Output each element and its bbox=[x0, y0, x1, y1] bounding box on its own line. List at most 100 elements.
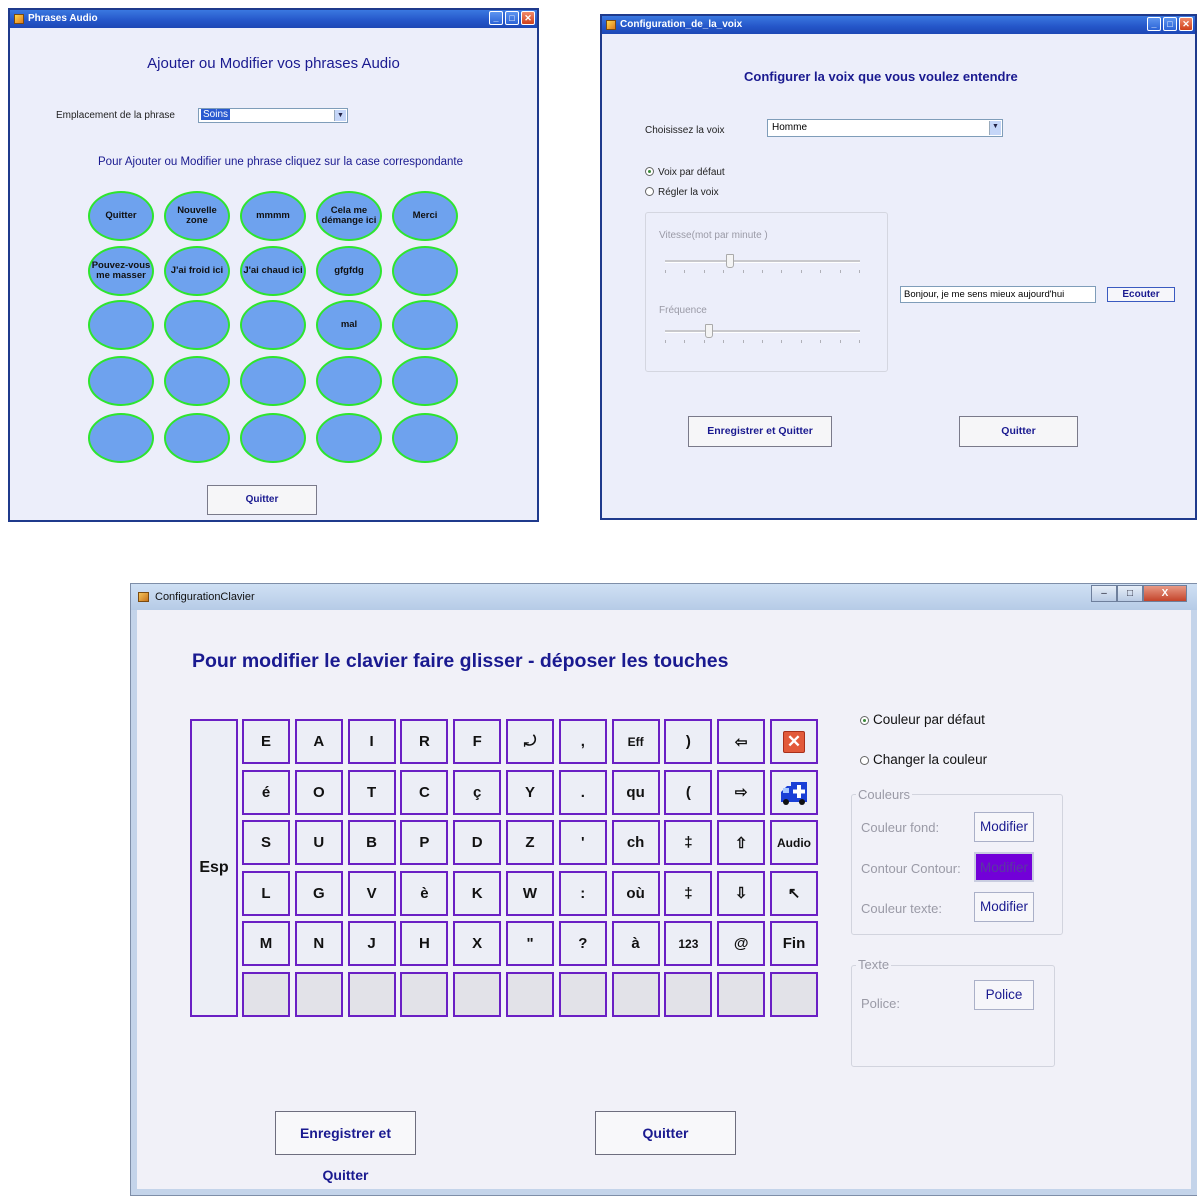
key[interactable]: A bbox=[294, 719, 343, 764]
key[interactable]: B bbox=[347, 820, 396, 866]
phrase-slot[interactable] bbox=[240, 413, 306, 463]
key[interactable]: Y bbox=[506, 769, 554, 815]
quit-button[interactable]: Quitter bbox=[595, 1111, 736, 1155]
key[interactable]: è bbox=[400, 870, 449, 916]
phrase-slot[interactable]: Pouvez-vous me masser bbox=[88, 246, 154, 296]
key[interactable]: Eff bbox=[611, 719, 660, 764]
speed-slider-thumb[interactable] bbox=[726, 254, 735, 268]
phrase-slot[interactable]: Cela me démange ici bbox=[316, 191, 382, 241]
phrase-slot[interactable] bbox=[240, 356, 306, 406]
key[interactable]: ⤾ bbox=[506, 719, 554, 764]
phrase-slot[interactable] bbox=[88, 300, 154, 350]
frequency-slider-track[interactable] bbox=[665, 330, 860, 333]
phrase-slot[interactable] bbox=[88, 356, 154, 406]
key[interactable]: Audio bbox=[770, 820, 818, 866]
key-empty[interactable] bbox=[664, 972, 713, 1017]
chevron-down-icon[interactable]: ▼ bbox=[989, 121, 1001, 135]
radio-change-color[interactable]: Changer la couleur bbox=[860, 752, 987, 767]
maximize-icon[interactable]: □ bbox=[505, 11, 519, 25]
phrase-slot[interactable]: gfgfdg bbox=[316, 246, 382, 296]
listen-button[interactable]: Ecouter bbox=[1107, 287, 1175, 302]
phrase-slot[interactable] bbox=[316, 413, 382, 463]
key[interactable]: V bbox=[347, 870, 396, 916]
key[interactable]: ' bbox=[558, 820, 607, 866]
key[interactable]: . bbox=[558, 769, 607, 815]
key[interactable]: ( bbox=[664, 769, 713, 815]
key[interactable]: S bbox=[242, 820, 290, 866]
key-empty[interactable] bbox=[770, 972, 818, 1017]
key[interactable]: ⇦ bbox=[717, 719, 766, 764]
key[interactable]: O bbox=[294, 769, 343, 815]
minimize-icon[interactable]: _ bbox=[489, 11, 503, 25]
key[interactable]: , bbox=[558, 719, 607, 764]
key[interactable]: M bbox=[242, 921, 290, 967]
key-empty[interactable] bbox=[506, 972, 554, 1017]
frequency-slider-thumb[interactable] bbox=[704, 324, 713, 338]
key[interactable]: W bbox=[506, 870, 554, 916]
test-phrase-input[interactable]: Bonjour, je me sens mieux aujourd'hui bbox=[900, 286, 1096, 303]
key[interactable]: ‡ bbox=[664, 820, 713, 866]
radio-button-icon[interactable] bbox=[860, 756, 869, 765]
key-empty[interactable] bbox=[611, 972, 660, 1017]
close-icon[interactable]: ✕ bbox=[521, 11, 535, 25]
chevron-down-icon[interactable]: ▼ bbox=[334, 110, 346, 121]
key-empty[interactable] bbox=[347, 972, 396, 1017]
minimize-icon[interactable]: – bbox=[1091, 585, 1117, 602]
quit-button[interactable]: Quitter bbox=[207, 485, 317, 515]
maximize-icon[interactable]: □ bbox=[1117, 585, 1143, 602]
phrase-slot[interactable]: mmmm bbox=[240, 191, 306, 241]
radio-button-icon[interactable] bbox=[645, 187, 654, 196]
key[interactable]: F bbox=[453, 719, 502, 764]
phrase-slot[interactable]: J'ai chaud ici bbox=[240, 246, 306, 296]
key[interactable]: Z bbox=[506, 820, 554, 866]
space-key[interactable]: Esp bbox=[190, 719, 238, 1017]
phrase-slot[interactable] bbox=[240, 300, 306, 350]
key[interactable]: " bbox=[506, 921, 554, 967]
phrase-slot[interactable]: Quitter bbox=[88, 191, 154, 241]
modify-bg-color-button[interactable]: Modifier bbox=[974, 812, 1034, 842]
radio-default-color[interactable]: Couleur par défaut bbox=[860, 712, 985, 727]
key[interactable]: à bbox=[611, 921, 660, 967]
phrase-slot[interactable]: mal bbox=[316, 300, 382, 350]
quit-button[interactable]: Quitter bbox=[959, 416, 1078, 447]
close-icon[interactable]: ✕ bbox=[1179, 17, 1193, 31]
key[interactable]: K bbox=[453, 870, 502, 916]
phrase-slot[interactable] bbox=[392, 413, 458, 463]
key[interactable]: J bbox=[347, 921, 396, 967]
font-button[interactable]: Police bbox=[974, 980, 1034, 1010]
phrase-slot[interactable] bbox=[392, 246, 458, 296]
key-empty[interactable] bbox=[242, 972, 290, 1017]
key[interactable]: T bbox=[347, 769, 396, 815]
phrase-slot[interactable] bbox=[164, 413, 230, 463]
key[interactable]: ⇧ bbox=[717, 820, 766, 866]
key[interactable]: ? bbox=[558, 921, 607, 967]
key-empty[interactable] bbox=[400, 972, 449, 1017]
key[interactable]: qu bbox=[611, 769, 660, 815]
save-quit-button[interactable]: Enregistrer et Quitter bbox=[275, 1111, 416, 1183]
modify-text-color-button[interactable]: Modifier bbox=[974, 892, 1034, 922]
key-close[interactable]: ✕ bbox=[770, 719, 818, 764]
key[interactable]: D bbox=[453, 820, 502, 866]
key-empty[interactable] bbox=[717, 972, 766, 1017]
key[interactable]: P bbox=[400, 820, 449, 866]
key[interactable]: L bbox=[242, 870, 290, 916]
radio-default-voice[interactable]: Voix par défaut bbox=[645, 167, 725, 178]
key-empty[interactable] bbox=[294, 972, 343, 1017]
key[interactable]: R bbox=[400, 719, 449, 764]
key[interactable]: ⇨ bbox=[717, 769, 766, 815]
key[interactable]: : bbox=[558, 870, 607, 916]
key[interactable]: ↖ bbox=[770, 870, 818, 916]
close-icon[interactable]: X bbox=[1143, 585, 1187, 602]
key-empty[interactable] bbox=[453, 972, 502, 1017]
phrase-slot[interactable]: Merci bbox=[392, 191, 458, 241]
key[interactable]: ) bbox=[664, 719, 713, 764]
key-empty[interactable] bbox=[558, 972, 607, 1017]
key[interactable]: Fin bbox=[770, 921, 818, 967]
key-ambulance[interactable] bbox=[770, 769, 818, 815]
phrase-slot[interactable] bbox=[316, 356, 382, 406]
phrase-slot[interactable] bbox=[164, 300, 230, 350]
location-select[interactable]: Soins ▼ bbox=[198, 108, 348, 123]
key[interactable]: C bbox=[400, 769, 449, 815]
phrase-slot[interactable]: Nouvelle zone bbox=[164, 191, 230, 241]
maximize-icon[interactable]: □ bbox=[1163, 17, 1177, 31]
